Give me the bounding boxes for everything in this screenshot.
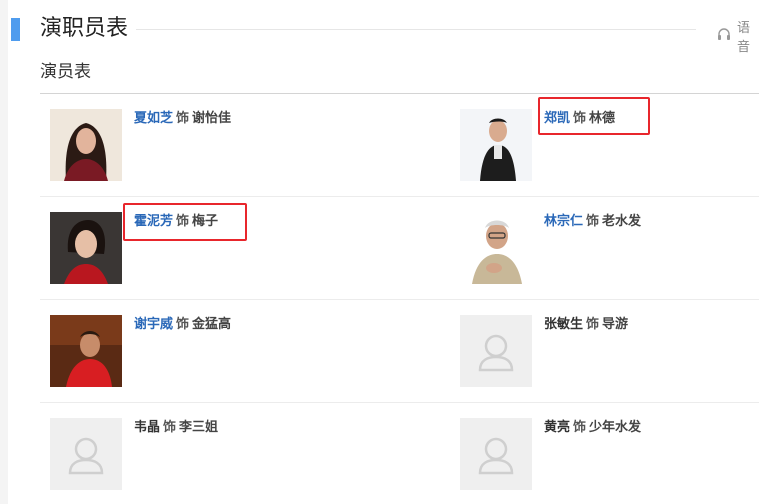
actor-name-link[interactable]: 谢宇威 <box>134 317 173 332</box>
actor-name: 黄亮 <box>544 420 571 435</box>
section-title: 演职员表 <box>40 16 129 41</box>
cast-item: 张敏生饰导游 <box>460 315 750 395</box>
as-word: 饰 <box>176 111 190 126</box>
role-name: 老水发 <box>602 214 642 229</box>
actor-photo[interactable] <box>50 315 122 387</box>
section-title-marker <box>11 18 20 41</box>
placeholder-avatar <box>460 418 532 490</box>
row-divider <box>40 196 759 197</box>
person-icon <box>478 334 514 372</box>
actor-photo[interactable] <box>460 212 532 284</box>
cast-list-title: 演员表 <box>40 62 91 82</box>
as-word: 饰 <box>163 420 177 435</box>
actor-name-link[interactable]: 夏如芝 <box>134 111 173 126</box>
headphones-icon <box>716 26 732 46</box>
cast-role-line: 夏如芝饰谢怡佳 <box>134 110 231 128</box>
as-word: 饰 <box>573 420 587 435</box>
annotation-highlight-box <box>123 203 247 241</box>
page-left-gutter <box>0 0 8 504</box>
actor-photo[interactable] <box>50 109 122 181</box>
cast-role-line: 张敏生饰导游 <box>544 316 628 334</box>
role-name: 金猛高 <box>192 317 232 332</box>
cast-item: 黄亮饰少年水发 <box>460 418 750 498</box>
role-name: 少年水发 <box>589 420 642 435</box>
row-divider <box>40 299 759 300</box>
cast-role-line: 林宗仁饰老水发 <box>544 213 641 231</box>
as-word: 饰 <box>586 317 600 332</box>
voice-read-label: 语音 <box>737 21 751 55</box>
section-title-divider <box>136 29 696 30</box>
cast-item: 谢宇威饰金猛高 <box>50 315 340 395</box>
as-word: 饰 <box>586 214 600 229</box>
voice-read-button[interactable]: 语音 <box>716 17 759 55</box>
cast-item: 夏如芝饰谢怡佳 <box>50 109 340 189</box>
cast-list-divider <box>40 93 759 94</box>
cast-role-line: 黄亮饰少年水发 <box>544 419 641 437</box>
row-divider <box>40 402 759 403</box>
actor-name-link[interactable]: 林宗仁 <box>544 214 583 229</box>
person-icon <box>478 437 514 475</box>
placeholder-avatar <box>460 315 532 387</box>
role-name: 导游 <box>602 317 629 332</box>
role-name: 谢怡佳 <box>192 111 232 126</box>
cast-item: 韦晶饰李三姐 <box>50 418 340 498</box>
cast-role-line: 韦晶饰李三姐 <box>134 419 218 437</box>
annotation-highlight-box <box>538 97 650 135</box>
cast-role-line: 谢宇威饰金猛高 <box>134 316 231 334</box>
actor-name: 张敏生 <box>544 317 584 332</box>
person-icon <box>68 437 104 475</box>
cast-item: 林宗仁饰老水发 <box>460 212 750 292</box>
actor-photo[interactable] <box>460 109 532 181</box>
placeholder-avatar <box>50 418 122 490</box>
actor-photo[interactable] <box>50 212 122 284</box>
role-name: 李三姐 <box>179 420 219 435</box>
actor-name: 韦晶 <box>134 420 161 435</box>
as-word: 饰 <box>176 317 190 332</box>
